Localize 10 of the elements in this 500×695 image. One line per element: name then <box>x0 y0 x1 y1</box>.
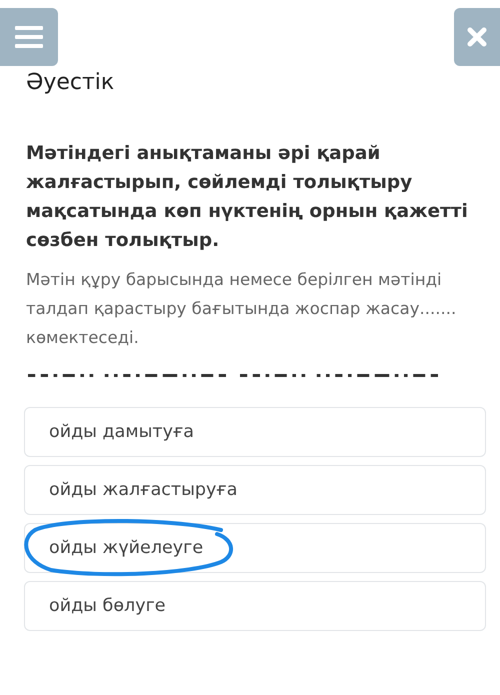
menu-icon <box>15 26 43 48</box>
close-button[interactable] <box>454 8 500 66</box>
menu-button[interactable] <box>0 8 58 66</box>
answer-option[interactable]: ойды дамытуға <box>24 407 486 457</box>
answer-option[interactable]: ойды бөлуге <box>24 581 486 631</box>
close-icon <box>467 27 487 47</box>
sentence-text: Мәтін құру барысында немесе берілген мәтінді талдап қарастыру бағытында жоспар жасау....... көмектеседі. <box>26 269 458 349</box>
answer-option[interactable]: ойды жалғастыруға <box>24 465 486 515</box>
question-text: Мәтіндегі анықтаманы әрі қарай жалғастырып, сөйлемді толықтыру мақсатында көп нүктенің орнын қажетті сөзбен толықтыр. <box>26 142 469 253</box>
quiz-title: Әуестік <box>26 70 116 95</box>
